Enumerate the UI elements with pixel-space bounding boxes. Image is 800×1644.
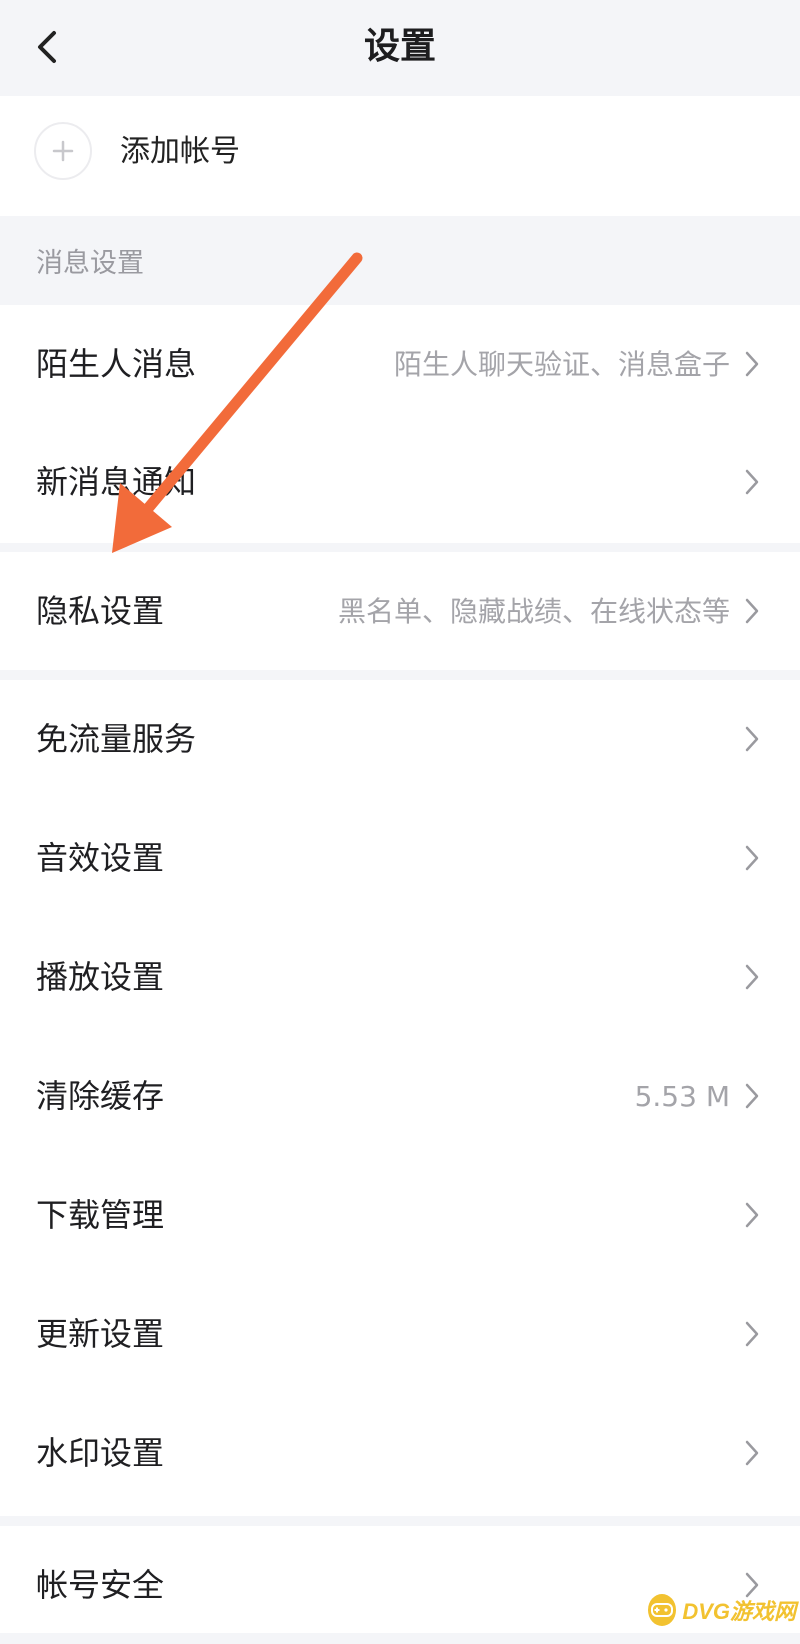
settings-row-new-message-notification[interactable]: 新消息通知 [0,423,800,541]
settings-row-clear-cache[interactable]: 清除缓存 5.53 M [0,1037,800,1155]
chevron-right-icon [745,469,759,495]
row-label: 帐号安全 [36,1566,165,1604]
section-header-message-settings: 消息设置 [36,248,144,279]
chevron-right-icon [745,964,759,990]
page-title: 设置 [363,26,436,67]
row-label: 下载管理 [36,1196,165,1234]
row-label: 音效设置 [36,839,165,877]
row-label: 免流量服务 [36,720,197,758]
plus-icon [52,140,74,162]
chevron-right-icon [745,726,759,752]
settings-row-playback[interactable]: 播放设置 [0,918,800,1036]
header-bar: 设置 [0,0,800,96]
cache-size-value: 5.53 M [634,1080,730,1113]
chevron-right-icon [745,351,759,377]
chevron-right-icon [745,845,759,871]
row-label: 更新设置 [36,1315,165,1353]
chevron-right-icon [745,1202,759,1228]
chevron-right-icon [745,1083,759,1109]
row-label: 新消息通知 [36,463,197,501]
row-label: 清除缓存 [36,1077,165,1115]
add-account-label: 添加帐号 [120,134,240,169]
settings-row-stranger-messages[interactable]: 陌生人消息 陌生人聊天验证、消息盒子 [0,305,800,423]
row-value: 陌生人聊天验证、消息盒子 [393,348,730,381]
message-settings-group: 陌生人消息 陌生人聊天验证、消息盒子 新消息通知 [0,305,800,543]
watermark-text: DVG游戏网 [682,1599,796,1624]
settings-row-download-management[interactable]: 下载管理 [0,1156,800,1274]
row-label: 陌生人消息 [36,345,197,383]
add-account-avatar [34,122,92,180]
settings-row-watermark[interactable]: 水印设置 [0,1394,800,1512]
site-watermark: DVG游戏网 [648,1592,796,1628]
row-label: 播放设置 [36,958,165,996]
chevron-right-icon [745,1321,759,1347]
settings-row-update[interactable]: 更新设置 [0,1275,800,1393]
chevron-right-icon [745,598,759,624]
row-label: 水印设置 [36,1434,165,1472]
row-value: 黑名单、隐藏战绩、在线状态等 [337,595,730,628]
settings-row-privacy[interactable]: 隐私设置 黑名单、隐藏战绩、在线状态等 [0,552,800,670]
settings-row-sound-effects[interactable]: 音效设置 [0,799,800,917]
chevron-right-icon [745,1440,759,1466]
general-settings-group: 免流量服务 音效设置 播放设置 清除缓存 5.53 M 下载管理 更新设置 水印… [0,680,800,1516]
privacy-group: 隐私设置 黑名单、隐藏战绩、在线状态等 [0,552,800,670]
gamepad-icon [648,1594,677,1626]
row-label: 隐私设置 [36,592,165,630]
add-account-row[interactable]: 添加帐号 [0,96,800,216]
settings-row-data-free-service[interactable]: 免流量服务 [0,680,800,798]
